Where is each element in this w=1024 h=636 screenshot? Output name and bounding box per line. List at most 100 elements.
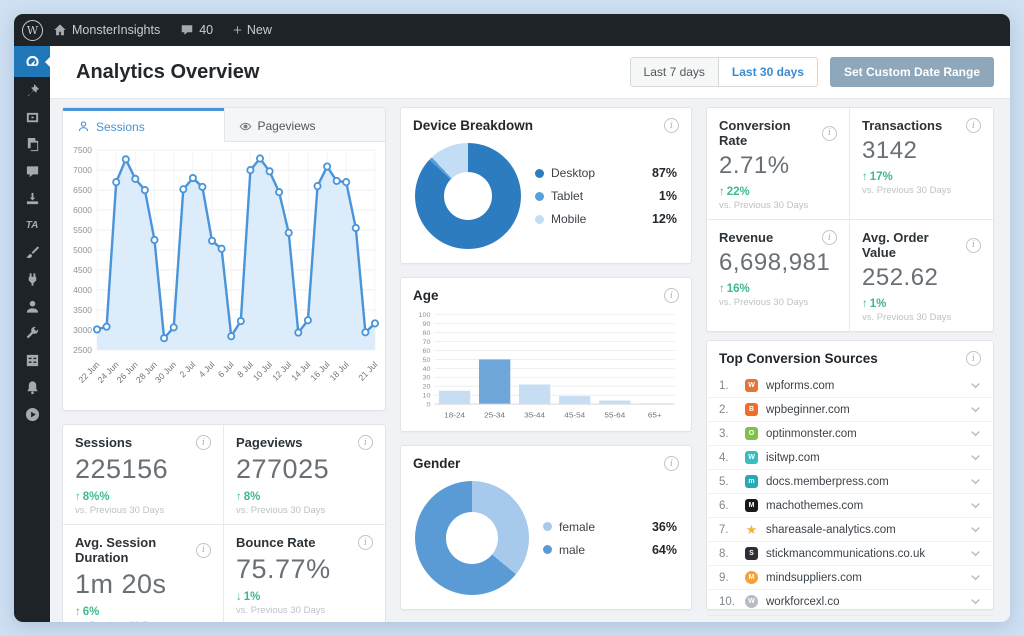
sidebar-item-video[interactable] xyxy=(14,401,50,428)
source-row-optinmonster[interactable]: 3. Ooptinmonster.com xyxy=(707,421,993,445)
source-row-isitwp[interactable]: 4. Wisitwp.com xyxy=(707,445,993,469)
source-row-stickman[interactable]: 8. Sstickmancommunications.co.uk xyxy=(707,541,993,565)
wordpress-admin-window: W MonsterInsights 40 + New TA Analytics … xyxy=(14,14,1010,622)
set-custom-date-range-button[interactable]: Set Custom Date Range xyxy=(829,57,994,87)
admin-bar-site[interactable]: MonsterInsights xyxy=(43,14,170,46)
sidebar-item-media[interactable] xyxy=(14,104,50,131)
page-title: Analytics Overview xyxy=(76,60,260,83)
svg-text:0: 0 xyxy=(426,402,430,409)
svg-text:4000: 4000 xyxy=(73,285,92,295)
info-icon[interactable] xyxy=(966,118,981,133)
gender-panel: Gender female36% male64% xyxy=(400,445,692,610)
sidebar-item-appearance[interactable] xyxy=(14,239,50,266)
source-row-mindsuppliers[interactable]: 9. Mmindsuppliers.com xyxy=(707,565,993,589)
comments-count: 40 xyxy=(199,23,214,37)
chevron-down-icon[interactable] xyxy=(970,572,981,583)
sidebar-item-settings[interactable] xyxy=(14,347,50,374)
site-name: MonsterInsights xyxy=(72,23,161,37)
sidebar-item-notifications[interactable] xyxy=(14,374,50,401)
svg-text:35-44: 35-44 xyxy=(524,411,546,420)
last-30-days-button[interactable]: Last 30 days xyxy=(718,58,817,86)
traffic-stats-grid: Sessions 225156 ↑8%% vs. Previous 30 Day… xyxy=(62,424,386,622)
sidebar-item-ta[interactable]: TA xyxy=(14,212,50,239)
svg-text:50: 50 xyxy=(423,357,431,364)
chevron-down-icon[interactable] xyxy=(970,476,981,487)
tab-pageviews[interactable]: Pageviews xyxy=(223,108,385,142)
source-row-memberpress[interactable]: 5. m docs.memberpress.com xyxy=(707,469,993,493)
device-legend: Desktop 87% Tablet 1% Mobile 12% xyxy=(535,166,677,226)
svg-text:18-24: 18-24 xyxy=(444,411,466,420)
svg-text:65+: 65+ xyxy=(648,411,662,420)
source-row-machothemes[interactable]: 6. Mmachothemes.com xyxy=(707,493,993,517)
info-icon[interactable] xyxy=(358,535,373,550)
stat-avg-session-duration: Avg. Session Duration 1m 20s ↑6% vs. Pre… xyxy=(63,525,224,622)
site-favicon: S xyxy=(745,547,758,560)
stat-conversion-rate: Conversion Rate 2.71% ↑22% vs. Previous … xyxy=(707,108,850,220)
admin-bar-new[interactable]: + New xyxy=(223,14,282,46)
pages-icon xyxy=(27,137,38,152)
sessions-line-chart: 2500 3000 3500 4000 4500 5000 5500 6000 6500 7000… xyxy=(63,142,385,415)
admin-bar-comments[interactable]: 40 xyxy=(170,14,223,46)
up-arrow-icon: ↑ xyxy=(75,606,81,618)
svg-text:7000: 7000 xyxy=(73,165,92,175)
info-icon[interactable] xyxy=(196,542,211,558)
legend-dot xyxy=(535,191,544,201)
top-conversion-sources-panel: Top Conversion Sources 1.Wwpforms.com 2.… xyxy=(706,340,994,616)
chevron-down-icon[interactable] xyxy=(970,428,981,439)
source-row-workforcexl[interactable]: 10. Wworkforcexl.co xyxy=(707,589,993,613)
device-breakdown-panel: Device Breakdown Desktop87% Tablet1% Mob… xyxy=(400,107,692,264)
sidebar-item-comments[interactable] xyxy=(14,158,50,185)
chevron-down-icon[interactable] xyxy=(970,596,981,607)
chart-tabs: Sessions Pageviews xyxy=(63,108,385,142)
date-range-toggle: Last 7 days Last 30 days xyxy=(629,57,818,87)
wordpress-logo-icon[interactable]: W xyxy=(22,19,43,41)
svg-text:25-34: 25-34 xyxy=(484,411,506,420)
svg-text:6000: 6000 xyxy=(73,205,92,215)
info-icon[interactable] xyxy=(664,118,679,133)
sidebar-item-downloads[interactable] xyxy=(14,185,50,212)
ecommerce-stats-grid: Conversion Rate 2.71% ↑22% vs. Previous … xyxy=(706,107,994,332)
svg-text:10 Jul: 10 Jul xyxy=(251,359,274,383)
info-icon[interactable] xyxy=(822,125,837,141)
sidebar-item-plugins[interactable] xyxy=(14,266,50,293)
sidebar-item-tools[interactable] xyxy=(14,320,50,347)
chevron-down-icon[interactable] xyxy=(970,500,981,511)
up-arrow-icon: ↑ xyxy=(862,171,868,183)
info-icon[interactable] xyxy=(822,230,837,245)
info-icon[interactable] xyxy=(664,456,679,471)
chevron-down-icon[interactable] xyxy=(970,452,981,463)
svg-text:7500: 7500 xyxy=(73,145,92,155)
sidebar-item-pages[interactable] xyxy=(14,131,50,158)
svg-text:3500: 3500 xyxy=(73,305,92,315)
age-bar-chart: 0 10 20 30 40 50 60 70 80 90 100 18-24 25-34 35-44 45-… xyxy=(401,309,691,436)
settings-panel-icon xyxy=(26,354,38,367)
source-row-wpbeginner[interactable]: 2. Bwpbeginner.com xyxy=(707,397,993,421)
admin-sidebar: TA xyxy=(14,46,51,622)
source-row-wpforms[interactable]: 1. Wwpforms.com xyxy=(707,374,993,397)
info-icon[interactable] xyxy=(966,351,981,366)
sidebar-item-posts[interactable] xyxy=(14,77,50,104)
chevron-down-icon[interactable] xyxy=(970,548,981,559)
new-label: New xyxy=(246,23,272,37)
info-icon[interactable] xyxy=(196,435,211,450)
svg-text:20: 20 xyxy=(423,384,431,391)
stat-pageviews: Pageviews 277025 ↑8% vs. Previous 30 Day… xyxy=(224,425,385,525)
info-icon[interactable] xyxy=(358,435,373,450)
info-icon[interactable] xyxy=(664,288,679,303)
chevron-down-icon[interactable] xyxy=(970,524,981,535)
chevron-down-icon[interactable] xyxy=(970,404,981,415)
chevron-down-icon[interactable] xyxy=(970,380,981,391)
site-favicon: B xyxy=(745,403,758,416)
info-icon[interactable] xyxy=(966,237,981,253)
sidebar-item-dashboard[interactable] xyxy=(14,46,51,77)
dashboard-content: Sessions Pageviews 2500 3000 3500 4000 4500 5… xyxy=(50,99,1010,622)
site-favicon: M xyxy=(745,571,758,584)
speech-bubble-icon xyxy=(26,166,38,178)
last-7-days-button[interactable]: Last 7 days xyxy=(630,58,719,86)
sidebar-item-users[interactable] xyxy=(14,293,50,320)
source-row-shareasale[interactable]: 7. ★ shareasale-analytics.com xyxy=(707,517,993,541)
stat-avg-order-value: Avg. Order Value 252.62 ↑1% vs. Previous… xyxy=(850,220,993,331)
up-arrow-icon: ↑ xyxy=(719,186,725,198)
conversion-sources-list: 1. Wwpforms.com 2. Bwpbeginner.com 3. Oopti… xyxy=(707,372,993,615)
tab-sessions[interactable]: Sessions xyxy=(63,108,224,142)
